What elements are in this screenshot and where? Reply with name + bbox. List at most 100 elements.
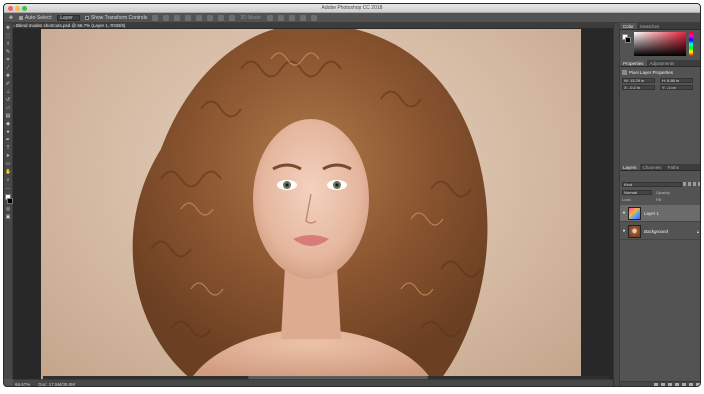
kind-filter-label: Kind xyxy=(624,182,633,187)
auto-select-option[interactable]: Auto-Select: xyxy=(19,15,52,21)
hue-slider[interactable] xyxy=(689,32,693,56)
layer-mask-icon[interactable] xyxy=(668,383,672,386)
mode-3d-label: 3D Mode: xyxy=(240,14,262,21)
screen-mode-icon[interactable]: ▣ xyxy=(5,214,11,220)
show-transform-option[interactable]: Show Transform Controls xyxy=(84,15,147,21)
fill-label[interactable]: Fill: xyxy=(656,197,662,202)
filter-adjustment-icon[interactable] xyxy=(688,182,691,186)
lock-label: Lock: xyxy=(622,197,632,202)
opacity-label[interactable]: Opacity: xyxy=(656,190,671,195)
healing-tool-icon[interactable]: ✚ xyxy=(5,73,11,79)
document-canvas[interactable] xyxy=(41,29,581,379)
zoom-level[interactable]: 66.67% xyxy=(15,382,30,387)
group-icon[interactable] xyxy=(682,383,686,386)
background-color-swatch[interactable] xyxy=(6,198,13,204)
3d-roll-icon[interactable] xyxy=(277,14,284,21)
blend-mode-dropdown[interactable]: Normal xyxy=(622,190,652,195)
3d-drag-icon[interactable] xyxy=(288,14,295,21)
tab-color[interactable]: Color xyxy=(620,23,637,29)
auto-select-label: Auto-Select: xyxy=(25,14,53,21)
align-bottom-icon[interactable] xyxy=(174,14,181,21)
filter-shape-icon[interactable] xyxy=(698,182,700,186)
x-field[interactable]: X: -0.2 in xyxy=(622,85,655,90)
pen-tool-icon[interactable]: ✒ xyxy=(5,137,11,143)
visibility-eye-icon[interactable]: ● xyxy=(620,210,628,216)
auto-select-dropdown[interactable]: Layer xyxy=(57,14,80,21)
trash-icon[interactable] xyxy=(696,383,700,386)
3d-scale-icon[interactable] xyxy=(310,14,317,21)
type-tool-icon[interactable]: T xyxy=(5,145,11,151)
quick-select-tool-icon[interactable]: ✎ xyxy=(5,49,11,55)
3d-rotate-icon[interactable] xyxy=(266,14,273,21)
y-label: Y: xyxy=(662,85,666,90)
distribute-icon[interactable] xyxy=(218,14,225,21)
layer-row-background[interactable]: ● Background 🔒︎ xyxy=(620,223,700,240)
rectangle-tool-icon[interactable]: ▭ xyxy=(5,161,11,167)
show-transform-checkbox[interactable] xyxy=(84,15,89,20)
move-tool-icon[interactable]: ✥ xyxy=(5,25,11,31)
document-workspace[interactable] xyxy=(13,29,613,379)
align-middle-icon[interactable] xyxy=(163,14,170,21)
dodge-tool-icon[interactable]: ● xyxy=(5,129,11,135)
layers-panel: Kind Normal Opacity: Lock: Fill: ● Layer… xyxy=(620,171,700,386)
tab-properties[interactable]: Properties xyxy=(620,60,647,66)
eyedropper-tool-icon[interactable]: ⁄ xyxy=(5,65,11,71)
y-field[interactable]: Y: -1 px xyxy=(660,85,693,90)
y-value: -1 px xyxy=(666,85,676,90)
kind-filter-dropdown[interactable]: Kind xyxy=(622,182,682,187)
properties-title: Pixel Layer Properties xyxy=(629,70,674,75)
align-top-icon[interactable] xyxy=(152,14,159,21)
tools-panel: ✥ ⬚ ℓ ✎ ⌗ ⁄ ✚ ✐ ⊥ ↺ ▱ ▤ ◆ ● ✒ T ➤ ▭ ✋ ⌕ … xyxy=(4,23,13,379)
filter-pixel-icon[interactable] xyxy=(683,182,686,186)
title-bar: Adobe Photoshop CC 2018 xyxy=(4,4,700,13)
path-select-tool-icon[interactable]: ➤ xyxy=(5,153,11,159)
clone-stamp-tool-icon[interactable]: ⊥ xyxy=(5,89,11,95)
lasso-tool-icon[interactable]: ℓ xyxy=(5,41,11,47)
align-left-icon[interactable] xyxy=(185,14,192,21)
tab-adjustments[interactable]: Adjustments xyxy=(647,60,678,66)
color-panel-tabs: Color Swatches xyxy=(620,23,700,30)
filter-type-icon[interactable] xyxy=(693,182,696,186)
zoom-tool-icon[interactable]: ⌕ xyxy=(5,177,11,183)
blur-tool-icon[interactable]: ◆ xyxy=(5,121,11,127)
eraser-tool-icon[interactable]: ▱ xyxy=(5,105,11,111)
width-field[interactable]: W: 13.29 in xyxy=(622,78,655,83)
color-field[interactable] xyxy=(634,32,686,56)
layer-thumbnail xyxy=(628,224,641,238)
color-panel-background[interactable] xyxy=(625,37,631,43)
adjustment-layer-icon[interactable] xyxy=(675,383,679,386)
hand-tool-icon[interactable]: ✋ xyxy=(5,169,11,175)
document-info[interactable]: Doc: 17.5M/35.0M xyxy=(38,382,75,387)
layer-row-layer-1[interactable]: ● Layer 1 xyxy=(620,205,700,222)
crop-tool-icon[interactable]: ⌗ xyxy=(5,57,11,63)
layer-style-icon[interactable] xyxy=(661,383,665,386)
move-tool-icon[interactable]: ✥ xyxy=(8,15,14,21)
align-right-icon[interactable] xyxy=(207,14,214,21)
auto-align-icon[interactable] xyxy=(229,14,236,21)
visibility-eye-icon[interactable]: ● xyxy=(620,228,628,234)
gradient-tool-icon[interactable]: ▤ xyxy=(5,113,11,119)
link-layers-icon[interactable] xyxy=(654,383,658,386)
history-brush-tool-icon[interactable]: ↺ xyxy=(5,97,11,103)
brush-tool-icon[interactable]: ✐ xyxy=(5,81,11,87)
align-center-icon[interactable] xyxy=(196,14,203,21)
new-layer-icon[interactable] xyxy=(689,383,693,386)
width-value: 13.29 in xyxy=(629,78,645,83)
tab-channels[interactable]: Channels xyxy=(640,164,665,170)
marquee-tool-icon[interactable]: ⬚ xyxy=(5,33,11,39)
auto-select-checkbox[interactable] xyxy=(19,15,23,20)
options-bar: ✥ Auto-Select: Layer Show Transform Cont… xyxy=(4,13,700,23)
lock-icon: 🔒︎ xyxy=(696,228,699,234)
quick-mask-icon[interactable]: ◎ xyxy=(5,206,11,212)
3d-slide-icon[interactable] xyxy=(299,14,306,21)
height-field[interactable]: H: 8.86 in xyxy=(660,78,693,83)
blend-mode-label: Normal xyxy=(624,190,637,195)
photoshop-window: Adobe Photoshop CC 2018 ✥ Auto-Select: L… xyxy=(3,3,701,387)
properties-panel-tabs: Properties Adjustments xyxy=(620,60,700,67)
face xyxy=(253,119,369,279)
tab-layers[interactable]: Layers xyxy=(620,164,640,170)
more-tools-icon[interactable]: … xyxy=(5,185,11,191)
tab-swatches[interactable]: Swatches xyxy=(637,23,663,29)
layers-panel-footer xyxy=(620,381,700,386)
tab-paths[interactable]: Paths xyxy=(665,164,683,170)
